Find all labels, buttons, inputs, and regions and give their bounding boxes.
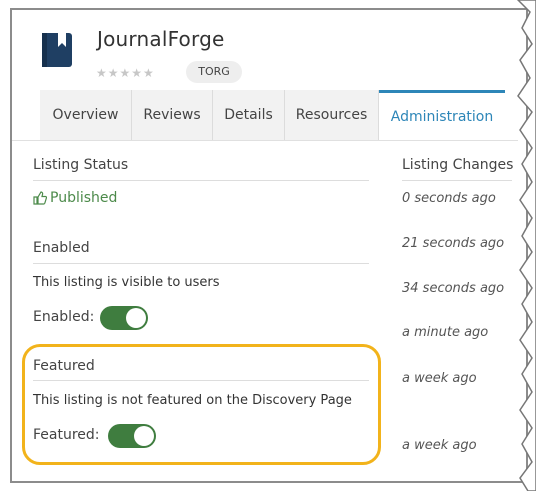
tab-bar: Overview Reviews Details Resources Admin… xyxy=(40,90,505,140)
tag-badge[interactable]: TORG xyxy=(186,61,242,83)
change-time: 34 seconds ago xyxy=(402,281,505,296)
tab-details[interactable]: Details xyxy=(213,90,285,140)
change-time: a week ago xyxy=(402,438,477,453)
enabled-heading: Enabled xyxy=(33,240,90,256)
toggle-knob xyxy=(126,308,146,328)
enabled-toggle[interactable] xyxy=(100,306,148,330)
featured-highlight xyxy=(22,344,381,465)
listing-header xyxy=(12,10,518,90)
book-icon xyxy=(42,33,72,67)
change-time: 0 seconds ago xyxy=(402,191,496,206)
enabled-description: This listing is visible to users xyxy=(33,275,220,290)
tab-reviews[interactable]: Reviews xyxy=(132,90,213,140)
published-label: Published xyxy=(50,190,118,206)
listing-status-heading: Listing Status xyxy=(33,157,129,173)
listing-changes-heading: Listing Changes xyxy=(402,157,514,173)
change-time: a week ago xyxy=(402,371,477,386)
thumbs-up-icon xyxy=(33,191,47,205)
tab-overview[interactable]: Overview xyxy=(40,90,132,140)
tab-administration[interactable]: Administration xyxy=(379,90,505,140)
divider xyxy=(33,263,369,264)
published-status: Published xyxy=(33,190,117,206)
rating-stars-icon[interactable]: ★★★★★ xyxy=(96,66,155,80)
tab-divider xyxy=(12,140,518,141)
divider xyxy=(33,180,369,181)
change-time: a minute ago xyxy=(402,325,489,340)
torn-edge xyxy=(516,0,536,491)
change-time: 21 seconds ago xyxy=(402,236,505,251)
tab-resources[interactable]: Resources xyxy=(285,90,379,140)
app-title: JournalForge xyxy=(97,27,225,51)
divider xyxy=(402,180,512,181)
enabled-toggle-label: Enabled: xyxy=(33,309,95,325)
